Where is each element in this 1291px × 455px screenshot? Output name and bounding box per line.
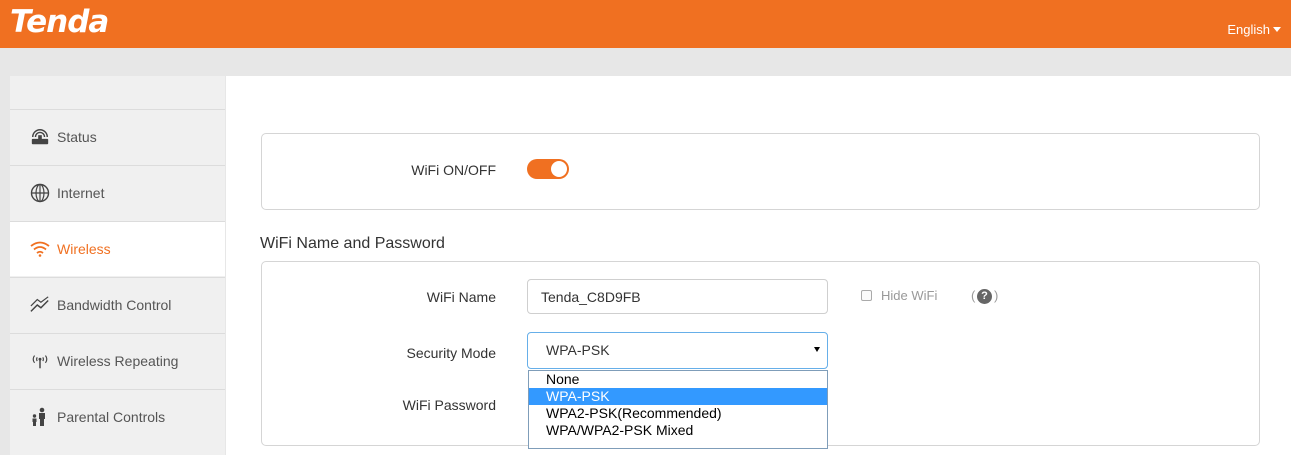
- header-bar: Tenda English: [0, 0, 1291, 48]
- help-paren-close: ): [994, 288, 999, 303]
- wifi-icon: [30, 239, 50, 259]
- router-icon: [30, 127, 50, 147]
- wifi-name-input[interactable]: Tenda_C8D9FB: [527, 279, 828, 314]
- help-paren-open: (: [971, 288, 976, 303]
- sidebar-item-internet[interactable]: Internet: [10, 165, 225, 220]
- family-icon: [30, 407, 50, 427]
- chevron-down-icon: [1273, 27, 1281, 32]
- security-mode-dropdown: None WPA-PSK WPA2-PSK(Recommended) WPA/W…: [528, 370, 828, 449]
- sidebar-item-wireless-repeating[interactable]: Wireless Repeating: [10, 333, 225, 388]
- wifi-name-password-card: WiFi Name Tenda_C8D9FB Hide WiFi ( ? ) S…: [261, 261, 1260, 449]
- security-mode-select[interactable]: WPA-PSK: [527, 332, 828, 369]
- sidebar-item-label: Wireless Repeating: [57, 353, 179, 369]
- wifi-name-label: WiFi Name: [426, 289, 496, 305]
- sidebar-item-label: Status: [57, 129, 97, 145]
- security-option-none[interactable]: None: [529, 371, 827, 388]
- toggle-knob: [551, 161, 567, 177]
- chevron-down-icon: [814, 347, 820, 352]
- section-title: WiFi Name and Password: [260, 235, 445, 252]
- globe-icon: [30, 183, 50, 203]
- security-mode-value: WPA-PSK: [546, 342, 610, 358]
- sidebar: Status Internet Wireless Bandwidth Contr…: [10, 76, 225, 455]
- language-selector[interactable]: English: [1227, 22, 1281, 37]
- wifi-switch-label: WiFi ON/OFF: [411, 162, 496, 178]
- wifi-switch-card: WiFi ON/OFF: [261, 133, 1260, 210]
- wifi-password-label: WiFi Password: [402, 397, 496, 413]
- sidebar-item-label: Parental Controls: [57, 409, 166, 425]
- sidebar-item-status[interactable]: Status: [10, 109, 225, 164]
- hide-wifi-checkbox[interactable]: [861, 290, 872, 301]
- language-label: English: [1227, 22, 1270, 37]
- security-mode-label: Security Mode: [406, 345, 496, 361]
- bandwidth-icon: [30, 295, 50, 315]
- tenda-logo: Tenda: [10, 4, 109, 40]
- security-option-wpa-psk[interactable]: WPA-PSK: [529, 388, 827, 405]
- main-content: WiFi ON/OFF WiFi Name and Password WiFi …: [226, 76, 1291, 455]
- sidebar-item-parental-controls[interactable]: Parental Controls: [10, 389, 225, 444]
- security-option-mixed[interactable]: WPA/WPA2-PSK Mixed: [529, 422, 827, 439]
- help-icon[interactable]: ?: [977, 289, 992, 304]
- sidebar-item-wireless[interactable]: Wireless: [10, 221, 225, 276]
- wifi-toggle[interactable]: [527, 159, 569, 179]
- sidebar-item-label: Bandwidth Control: [57, 297, 172, 313]
- sidebar-item-label: Wireless: [57, 241, 111, 257]
- sidebar-item-bandwidth-control[interactable]: Bandwidth Control: [10, 277, 225, 332]
- antenna-icon: [30, 351, 50, 371]
- sidebar-item-label: Internet: [57, 185, 105, 201]
- security-option-wpa2-psk[interactable]: WPA2-PSK(Recommended): [529, 405, 827, 422]
- hide-wifi-label: Hide WiFi: [881, 288, 938, 303]
